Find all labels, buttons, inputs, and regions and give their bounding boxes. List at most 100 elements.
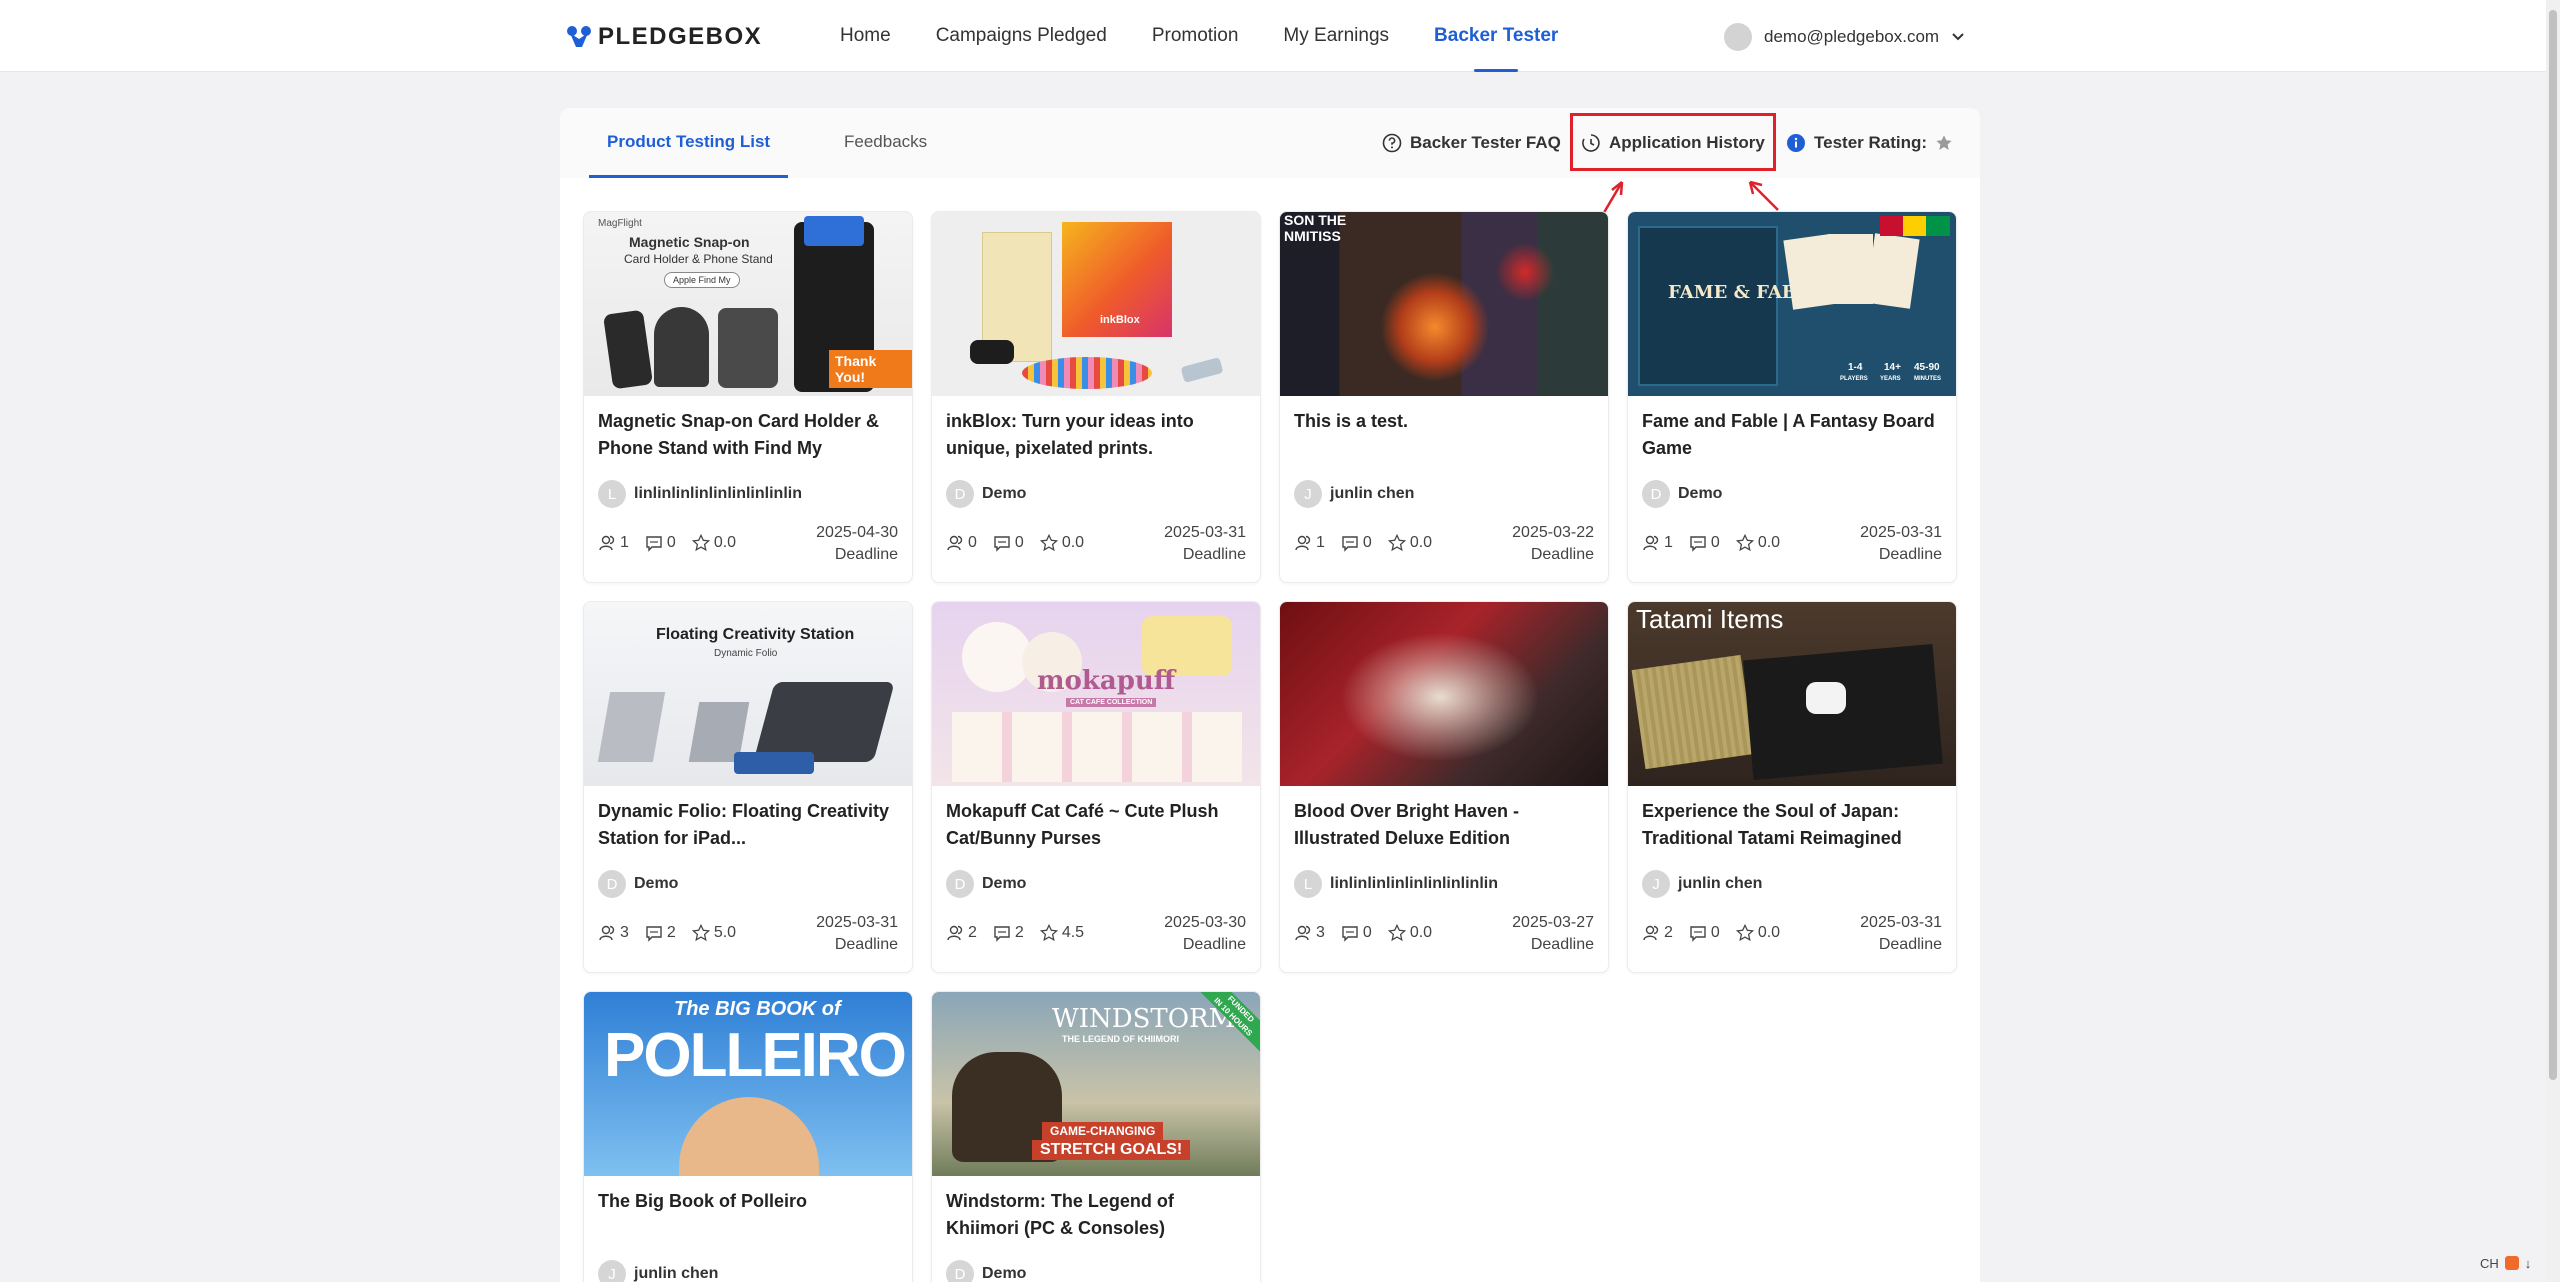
star-outline-icon bbox=[1735, 534, 1754, 552]
product-image: MagFlight Magnetic Snap-on Card Holder &… bbox=[584, 212, 912, 396]
comments-count: 2 bbox=[666, 924, 676, 941]
creator-avatar: J bbox=[598, 1260, 626, 1282]
creator: D Demo bbox=[1642, 480, 1722, 508]
ime-indicator[interactable]: CH ↓ bbox=[2480, 1256, 2531, 1271]
thumb-players: 1-4 bbox=[1848, 362, 1863, 373]
deadline: 2025-03-30 Deadline bbox=[1164, 912, 1246, 956]
product-title[interactable]: The Big Book of Polleiro bbox=[598, 1188, 900, 1215]
product-card[interactable]: Tatami Items Experience the Soul of Japa… bbox=[1627, 601, 1957, 973]
creator: J junlin chen bbox=[598, 1260, 718, 1282]
creator: J junlin chen bbox=[1294, 480, 1414, 508]
deadline-date: 2025-03-30 bbox=[1164, 914, 1246, 931]
product-image bbox=[1280, 602, 1608, 786]
star-outline-icon bbox=[691, 534, 710, 552]
testers-icon bbox=[1643, 535, 1659, 551]
creator: D Demo bbox=[946, 1260, 1026, 1282]
thumb-age: 14+ bbox=[1884, 362, 1901, 373]
thumb-title: Magnetic Snap-on bbox=[629, 234, 750, 250]
product-title[interactable]: Magnetic Snap-on Card Holder & Phone Sta… bbox=[598, 408, 900, 462]
testers-count: 3 bbox=[1316, 924, 1325, 941]
product-title[interactable]: Mokapuff Cat Café ~ Cute Plush Cat/Bunny… bbox=[946, 798, 1248, 852]
creator: D Demo bbox=[598, 870, 678, 898]
deadline-label: Deadline bbox=[1878, 546, 1942, 563]
faq-label: Backer Tester FAQ bbox=[1410, 133, 1561, 152]
rating-value: 0.0 bbox=[1757, 924, 1781, 941]
deadline-label: Deadline bbox=[1530, 936, 1594, 953]
testers-count: 1 bbox=[1316, 534, 1325, 551]
product-card[interactable]: The BIG BOOK of POLLEIRO The Big Book of… bbox=[583, 991, 913, 1282]
thumb-time: 45-90 bbox=[1914, 362, 1940, 373]
product-title[interactable]: Fame and Fable | A Fantasy Board Game bbox=[1642, 408, 1944, 462]
nav-home[interactable]: Home bbox=[840, 0, 891, 72]
thumb-title: Floating Creativity Station bbox=[656, 626, 855, 643]
ime-arrow: ↓ bbox=[2524, 1256, 2532, 1271]
product-card[interactable]: MagFlight Magnetic Snap-on Card Holder &… bbox=[583, 211, 913, 583]
backer-tester-faq-link[interactable]: Backer Tester FAQ bbox=[1382, 133, 1561, 153]
comment-icon bbox=[1342, 536, 1358, 552]
tab-product-testing-list[interactable]: Product Testing List bbox=[588, 108, 789, 178]
highlight-box bbox=[1570, 113, 1776, 171]
deadline: 2025-03-22 Deadline bbox=[1512, 522, 1594, 566]
product-stats: 3 2 5.0 bbox=[598, 924, 736, 942]
product-stats: 2 0 0.0 bbox=[1642, 924, 1780, 942]
brand-logo[interactable]: PLEDGEBOX bbox=[566, 22, 762, 52]
creator: L linlinlinlinlinlinlinlinlin bbox=[1294, 870, 1498, 898]
comment-icon bbox=[994, 926, 1010, 942]
thumb-time-label: MINUTES bbox=[1914, 376, 1941, 382]
comment-icon bbox=[1342, 926, 1358, 942]
nav-campaigns-pledged[interactable]: Campaigns Pledged bbox=[936, 0, 1107, 72]
product-card[interactable]: mokapuff CAT CAFE COLLECTION Mokapuff Ca… bbox=[931, 601, 1261, 973]
testers-count: 0 bbox=[968, 534, 977, 551]
testers-count: 2 bbox=[968, 924, 977, 941]
product-title[interactable]: This is a test. bbox=[1294, 408, 1596, 435]
testers-icon bbox=[1295, 925, 1311, 941]
page-scrollbar-thumb[interactable] bbox=[2549, 10, 2557, 1080]
product-card[interactable]: Blood Over Bright Haven - Illustrated De… bbox=[1279, 601, 1609, 973]
product-stats: 3 0 0.0 bbox=[1294, 924, 1432, 942]
tab-feedbacks[interactable]: Feedbacks bbox=[844, 108, 927, 176]
thumb-badge: Thank You! bbox=[829, 350, 912, 388]
creator-name: linlinlinlinlinlinlinlinlin bbox=[1330, 875, 1498, 892]
product-card[interactable]: inkBlox inkBlox: Turn your ideas into un… bbox=[931, 211, 1261, 583]
creator-name: Demo bbox=[982, 485, 1027, 502]
product-card[interactable]: FAME & FABLE 1-4 14+ 45-90 PLAYERS YEARS… bbox=[1627, 211, 1957, 583]
product-stats: 2 2 4.5 bbox=[946, 924, 1084, 942]
comment-icon bbox=[646, 926, 662, 942]
thumb-players-label: PLAYERS bbox=[1840, 376, 1868, 382]
deadline-date: 2025-03-27 bbox=[1512, 914, 1594, 931]
tester-rating-label: Tester Rating: bbox=[1814, 133, 1928, 152]
creator: D Demo bbox=[946, 480, 1026, 508]
nav-promotion[interactable]: Promotion bbox=[1152, 0, 1239, 72]
product-card[interactable]: SON THE NMITISS This is a test. J junlin… bbox=[1279, 211, 1609, 583]
top-navigation-bar: PLEDGEBOX Home Campaigns Pledged Promoti… bbox=[0, 0, 2560, 72]
product-card[interactable]: WINDSTORM THE LEGEND OF KHIIMORI GAME-CH… bbox=[931, 991, 1261, 1282]
thumb-subtitle: Dynamic Folio bbox=[714, 648, 778, 659]
creator-name: Demo bbox=[982, 1265, 1027, 1282]
thumb-top-line: The BIG BOOK of bbox=[674, 998, 841, 1020]
tester-rating[interactable]: Tester Rating: bbox=[1786, 133, 1953, 153]
product-card[interactable]: Floating Creativity Station Dynamic Foli… bbox=[583, 601, 913, 973]
comments-count: 0 bbox=[1710, 534, 1720, 551]
rating-value: 0.0 bbox=[713, 534, 737, 551]
product-title[interactable]: Experience the Soul of Japan: Traditiona… bbox=[1642, 798, 1944, 852]
product-title[interactable]: Windstorm: The Legend of Khiimori (PC & … bbox=[946, 1188, 1248, 1242]
product-stats: 0 0 0.0 bbox=[946, 534, 1084, 552]
thumb-title: Tatami Items bbox=[1636, 604, 1784, 634]
user-menu[interactable]: demo@pledgebox.com bbox=[1724, 22, 1965, 52]
nav-backer-tester[interactable]: Backer Tester bbox=[1434, 0, 1558, 72]
product-title[interactable]: Dynamic Folio: Floating Creativity Stati… bbox=[598, 798, 900, 852]
creator-avatar: J bbox=[1642, 870, 1670, 898]
deadline: 2025-03-27 Deadline bbox=[1512, 912, 1594, 956]
product-title[interactable]: inkBlox: Turn your ideas into unique, pi… bbox=[946, 408, 1248, 462]
deadline-label: Deadline bbox=[1182, 936, 1246, 953]
product-title[interactable]: Blood Over Bright Haven - Illustrated De… bbox=[1294, 798, 1596, 852]
nav-my-earnings[interactable]: My Earnings bbox=[1283, 0, 1389, 72]
creator-name: Demo bbox=[982, 875, 1027, 892]
product-image: Tatami Items bbox=[1628, 602, 1956, 786]
comments-count: 0 bbox=[1014, 534, 1024, 551]
creator-name: junlin chen bbox=[1330, 485, 1415, 502]
star-outline-icon bbox=[691, 924, 710, 942]
product-image: Floating Creativity Station Dynamic Foli… bbox=[584, 602, 912, 786]
testers-icon bbox=[1295, 535, 1311, 551]
chevron-down-icon bbox=[1952, 33, 1964, 41]
